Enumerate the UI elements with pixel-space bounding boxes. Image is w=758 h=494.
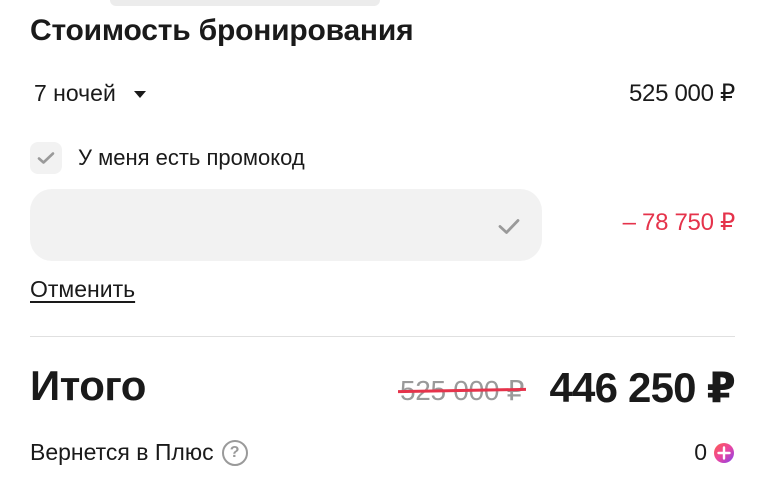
total-label: Итого: [30, 362, 146, 409]
plus-cashback-row: Вернется в Плюс ?: [30, 439, 248, 466]
cancel-promo-link[interactable]: Отменить: [30, 276, 135, 303]
nights-row: 7 ночей 525 000 ₽: [30, 76, 735, 110]
scroll-fade-edge: [110, 0, 380, 6]
plus-cashback-label: Вернется в Плюс: [30, 439, 214, 465]
plus-cashback-value: 0: [694, 439, 735, 466]
total-old-price: 525 000 ₽: [397, 374, 527, 407]
check-icon: [37, 152, 55, 164]
promo-code-field[interactable]: [30, 189, 542, 261]
plus-points-icon: [714, 442, 734, 463]
promo-checkbox[interactable]: [30, 142, 62, 174]
help-icon[interactable]: ?: [221, 439, 248, 466]
promo-checkbox-row[interactable]: У меня есть промокод: [30, 141, 305, 175]
promo-discount-amount: – 78 750 ₽: [622, 209, 736, 236]
divider: [30, 336, 735, 337]
nights-price: 525 000 ₽: [629, 79, 735, 107]
nights-dropdown[interactable]: 7 ночей: [30, 80, 146, 107]
promo-code-input[interactable]: [30, 189, 470, 261]
chevron-down-icon: [133, 90, 146, 98]
section-title: Стоимость бронирования: [30, 14, 414, 47]
total-new-price: 446 250 ₽: [549, 364, 735, 411]
check-icon: [498, 219, 520, 234]
plus-cashback-amount: 0: [694, 439, 707, 465]
nights-dropdown-label: 7 ночей: [34, 79, 116, 106]
promo-checkbox-label: У меня есть промокод: [78, 145, 305, 170]
